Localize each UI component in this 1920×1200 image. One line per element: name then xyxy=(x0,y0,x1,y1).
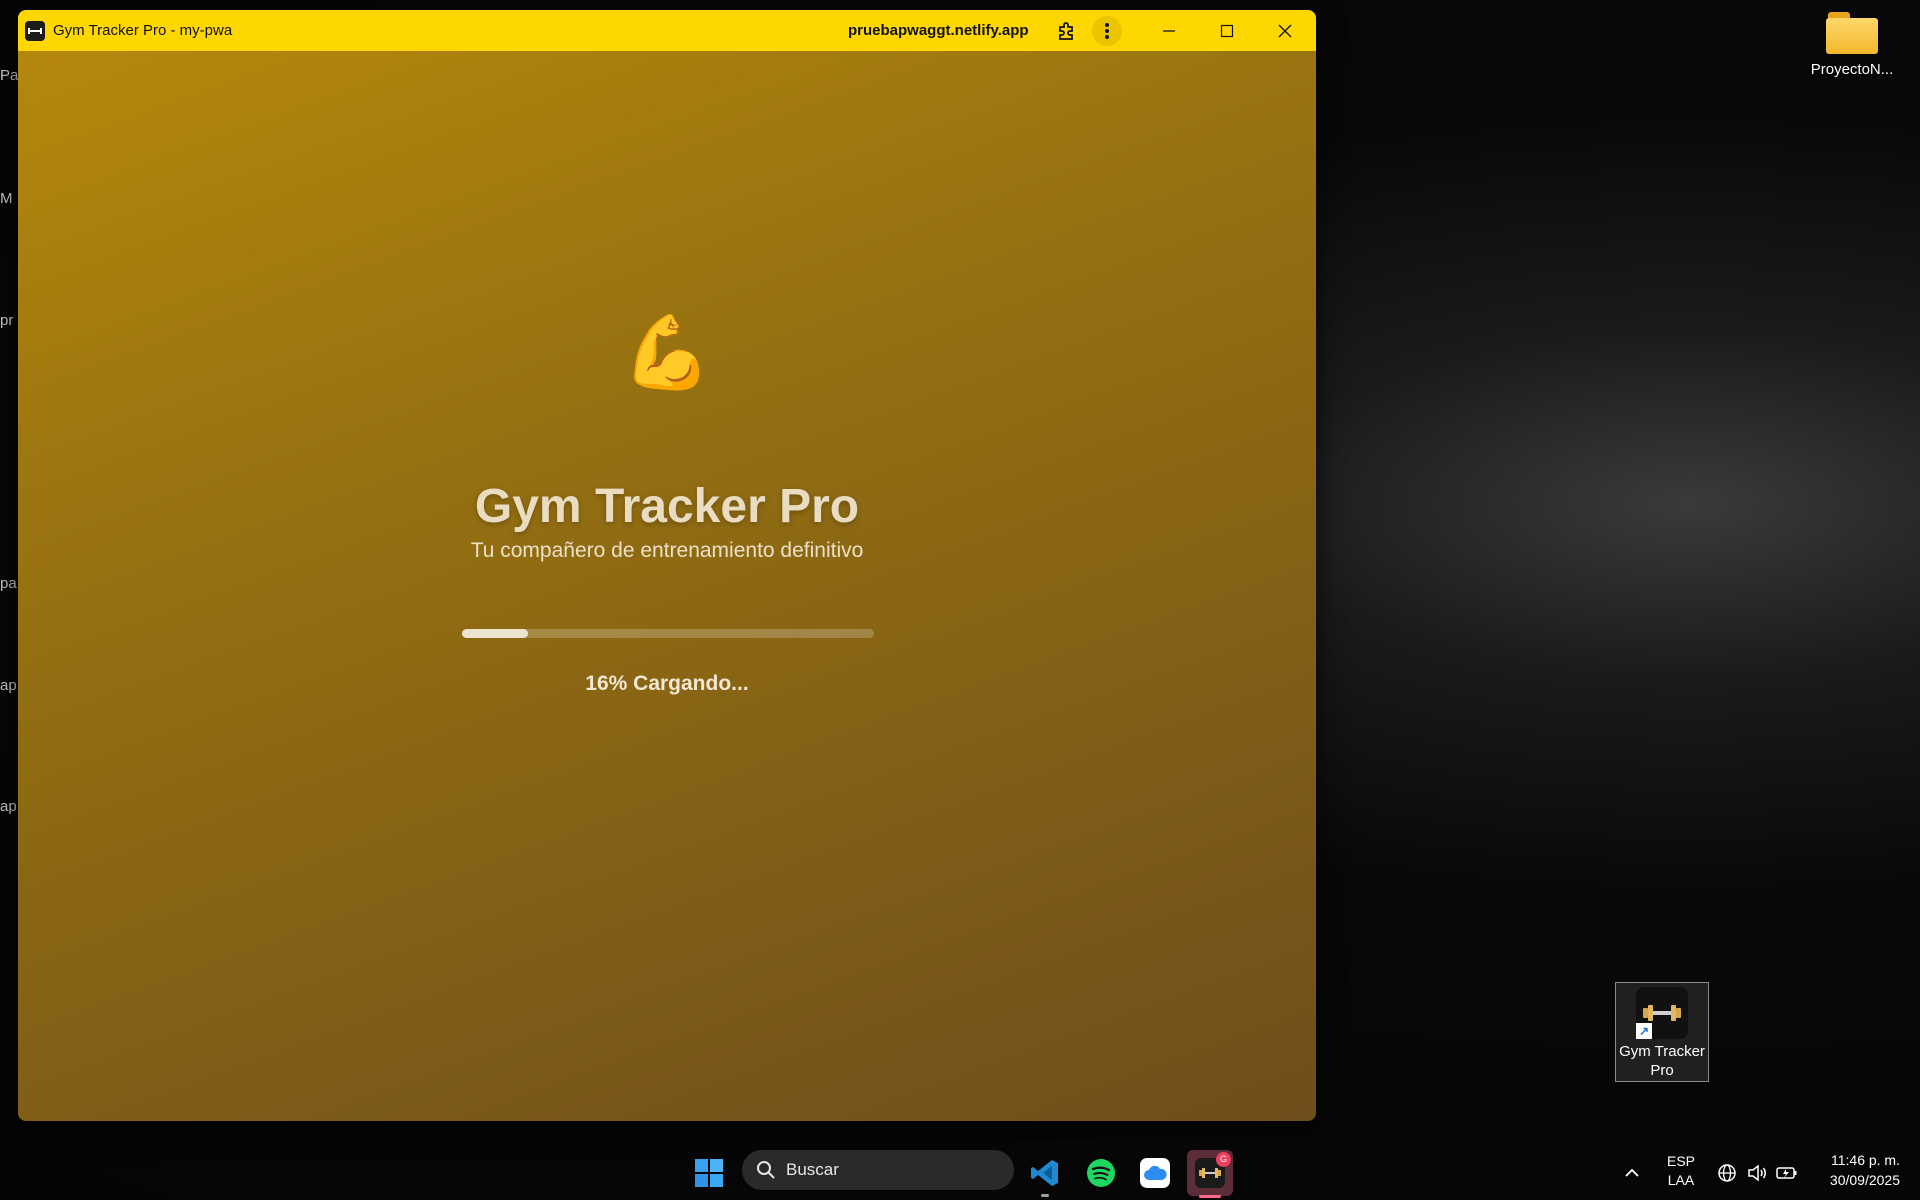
network-button[interactable] xyxy=(1714,1146,1740,1200)
splash-screen: 💪 Gym Tracker Pro Tu compañero de entren… xyxy=(18,51,1316,1121)
chevron-up-icon xyxy=(1625,1168,1639,1177)
battery-button[interactable] xyxy=(1774,1146,1800,1200)
window-title: Gym Tracker Pro - my-pwa xyxy=(53,22,233,39)
clock-date: 30/09/2025 xyxy=(1829,1172,1900,1188)
taskbar-app-icloud[interactable] xyxy=(1134,1146,1176,1200)
puzzle-icon xyxy=(1059,21,1073,40)
splash-subtitle: Tu compañero de entrenamiento definitivo xyxy=(470,539,864,562)
loading-progress-bar xyxy=(462,629,874,638)
more-vertical-icon xyxy=(1105,22,1109,39)
window-titlebar[interactable]: Gym Tracker Pro - my-pwa pruebapwaggt.ne… xyxy=(18,10,1316,51)
shortcut-arrow-icon: ↗ xyxy=(1636,1023,1652,1039)
maximize-button[interactable] xyxy=(1204,10,1250,51)
language-label: ESP xyxy=(1666,1153,1695,1169)
keyboard-layout-label: LAA xyxy=(1667,1172,1695,1188)
speaker-icon xyxy=(1748,1164,1766,1182)
vscode-icon xyxy=(1031,1160,1058,1186)
notification-badge: G xyxy=(1216,1152,1231,1167)
app-badge-icon xyxy=(25,20,45,41)
start-button[interactable] xyxy=(688,1146,730,1200)
globe-icon xyxy=(1718,1164,1736,1182)
flexed-biceps-icon: 💪 xyxy=(622,313,712,393)
taskbar-clock[interactable]: 11:46 p. m. 30/09/2025 xyxy=(1830,1150,1900,1190)
show-hidden-icons-button[interactable] xyxy=(1620,1146,1644,1200)
desktop-label-cut: pr xyxy=(0,312,14,329)
search-icon xyxy=(757,1161,775,1179)
loading-progress-text: 16% Cargando... xyxy=(585,672,749,695)
loading-progress-fill xyxy=(462,629,528,638)
menu-button[interactable] xyxy=(1090,10,1124,51)
volume-button[interactable] xyxy=(1744,1146,1770,1200)
clock-time: 11:46 p. m. xyxy=(1830,1152,1900,1168)
extensions-button[interactable] xyxy=(1048,10,1084,51)
desktop-label-cut: pa xyxy=(0,575,17,592)
splash-title: Gym Tracker Pro xyxy=(474,480,860,533)
desktop-label-cut: M xyxy=(0,190,13,207)
folder-icon xyxy=(1826,12,1878,54)
desktop-label-cut: ap xyxy=(0,798,17,815)
window-url[interactable]: pruebapwaggt.netlify.app xyxy=(848,22,1029,39)
desktop-label-cut: Pa xyxy=(0,67,19,84)
input-language-indicator[interactable]: ESP LAA xyxy=(1660,1152,1702,1190)
windows-start-icon xyxy=(695,1159,723,1187)
minimize-icon xyxy=(1163,29,1175,32)
taskbar-app-vscode[interactable] xyxy=(1024,1146,1066,1200)
desktop-folder-label: ProyectoN... xyxy=(1810,61,1894,78)
minimize-button[interactable] xyxy=(1146,10,1192,51)
desktop-shortcut-gym-tracker[interactable]: ↗ Gym Tracker Pro xyxy=(1615,982,1709,1082)
close-button[interactable] xyxy=(1262,10,1308,51)
close-icon xyxy=(1278,24,1292,37)
taskbar-app-spotify[interactable] xyxy=(1080,1146,1122,1200)
dumbbell-icon: ↗ xyxy=(1636,987,1688,1039)
desktop-label-cut: ap xyxy=(0,677,17,694)
desktop-shortcut-label: Gym Tracker Pro xyxy=(1619,1043,1705,1079)
taskbar-search-placeholder: Buscar xyxy=(786,1160,839,1179)
icloud-icon xyxy=(1140,1158,1170,1188)
spotify-icon xyxy=(1087,1159,1115,1187)
taskbar-search[interactable]: Buscar xyxy=(742,1150,1014,1190)
app-window: Gym Tracker Pro - my-pwa pruebapwaggt.ne… xyxy=(18,10,1316,1121)
maximize-icon xyxy=(1220,24,1234,37)
desktop-folder[interactable]: ProyectoN... xyxy=(1804,12,1900,79)
taskbar-app-gym-tracker[interactable]: G xyxy=(1186,1146,1234,1200)
battery-charging-icon xyxy=(1776,1167,1797,1179)
